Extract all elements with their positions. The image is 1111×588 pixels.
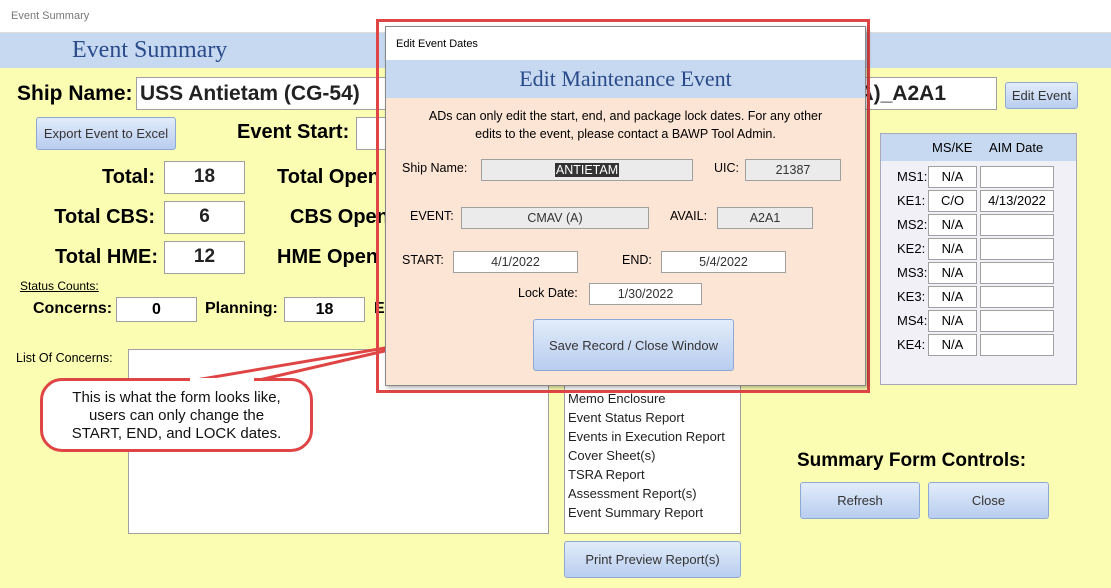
callout-line: START, END, and LOCK dates. [71,425,282,442]
dialog-heading: Edit Maintenance Event [519,66,732,91]
avail-label: AVAIL: [670,209,708,223]
event-label: EVENT: [410,209,454,223]
dialog-titlebar: Edit Event Dates [386,27,865,60]
note-line: edits to the event, please contact a BAW… [475,127,776,141]
avail-field[interactable]: A2A1 [717,207,813,229]
callout-joint [190,378,254,382]
dialog-title: Edit Event Dates [396,38,478,50]
save-record-close-window-button[interactable]: Save Record / Close Window [533,319,734,371]
note-line: ADs can only edit the start, end, and pa… [428,109,823,123]
ship-name-label: Ship Name: [402,161,468,175]
event-field[interactable]: CMAV (A) [461,207,649,229]
start-date-input[interactable]: 4/1/2022 [453,251,578,273]
dialog-header: Edit Maintenance Event [386,60,865,98]
lock-date-input[interactable]: 1/30/2022 [589,283,702,305]
uic-label: UIC: [714,161,739,175]
uic-field[interactable]: 21387 [745,159,841,181]
start-label: START: [402,253,444,267]
lock-date-label: Lock Date: [518,286,578,300]
ship-name-field[interactable]: ANTIETAM [481,159,693,181]
callout-line: This is what the form looks like, [72,389,281,406]
annotation-callout: This is what the form looks like, users … [40,378,313,452]
ship-name-value: ANTIETAM [554,163,620,177]
dialog-note: ADs can only edit the start, end, and pa… [386,107,865,143]
end-label: END: [622,253,652,267]
end-date-input[interactable]: 5/4/2022 [661,251,786,273]
callout-line: users can only change the [88,407,265,424]
edit-event-dates-dialog: Edit Event Dates Edit Maintenance Event … [385,26,866,386]
